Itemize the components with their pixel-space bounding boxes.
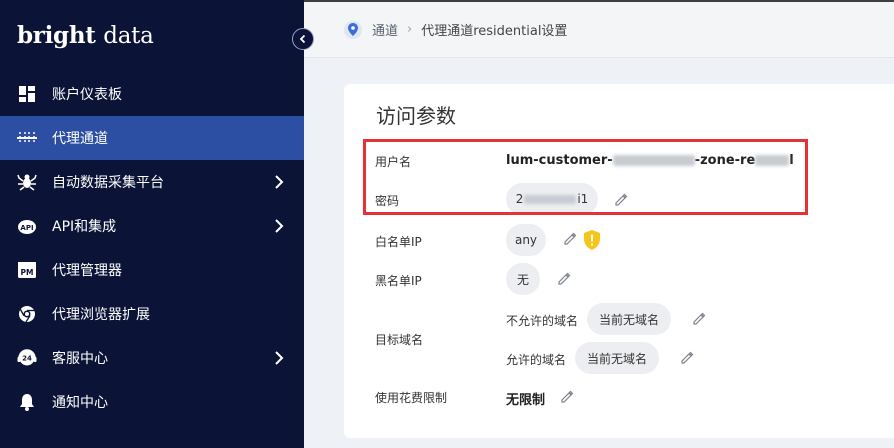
disallowed-domains-label: 不允许的域名 — [506, 314, 579, 328]
sidebar-item-browser-extension[interactable]: 代理浏览器扩展 — [0, 292, 304, 336]
sidebar-item-proxy-manager[interactable]: PM 代理管理器 — [0, 248, 304, 292]
bell-icon — [17, 392, 37, 412]
sidebar-item-label: 自动数据采集平台 — [52, 175, 164, 191]
sidebar-nav: 账户仪表板 代理通道 自动数据采集平台 API API和集成 PM 代理管理器 … — [0, 72, 304, 424]
location-pin-icon — [344, 20, 362, 39]
support-24-icon: 24 — [17, 348, 37, 368]
blacklist-ip-value: 无 — [506, 263, 540, 295]
chevron-right-icon — [275, 351, 284, 365]
edit-allowed-domains-icon[interactable] — [680, 351, 694, 365]
highlight-box — [363, 139, 808, 215]
brand-logo[interactable]: bright data — [17, 22, 154, 49]
sidebar-item-support[interactable]: 24 客服中心 — [0, 336, 304, 380]
sidebar-item-label: 通知中心 — [52, 395, 108, 411]
collapse-sidebar-button[interactable] — [292, 28, 314, 50]
sidebar-item-label: 客服中心 — [52, 351, 108, 367]
svg-text:API: API — [20, 224, 33, 232]
access-parameters-card: 访问参数 — [344, 84, 894, 438]
edit-whitelist-icon[interactable] — [563, 232, 577, 246]
allowed-domains-value: 当前无域名 — [575, 342, 659, 374]
sidebar-item-label: 代理管理器 — [52, 263, 122, 279]
sidebar-item-label: 账户仪表板 — [52, 87, 122, 103]
target-domain-label: 目标域名 — [375, 333, 424, 347]
edit-spend-limit-icon[interactable] — [560, 390, 574, 404]
warning-shield-icon[interactable] — [583, 230, 601, 250]
allowed-domains-label: 允许的域名 — [506, 353, 567, 367]
pm-icon: PM — [17, 260, 37, 280]
dashboard-icon — [17, 84, 37, 104]
sidebar-item-api[interactable]: API API和集成 — [0, 204, 304, 248]
disallowed-domains-value: 当前无域名 — [587, 303, 671, 335]
card-title: 访问参数 — [376, 104, 456, 128]
spider-icon — [17, 172, 37, 192]
sidebar-item-label: API和集成 — [52, 219, 117, 235]
sidebar-item-proxy[interactable]: 代理通道 — [0, 116, 304, 160]
svg-text:24: 24 — [22, 355, 32, 363]
spend-limit-label: 使用花费限制 — [375, 391, 448, 405]
breadcrumb: 通道 › 代理通道residential设置 — [304, 0, 894, 58]
chevron-right-icon — [275, 175, 284, 189]
sidebar: bright data 账户仪表板 代理通道 自动数据采集平台 API API和… — [0, 0, 304, 448]
chevron-left-icon — [299, 34, 306, 44]
chrome-icon — [17, 304, 37, 324]
sidebar-item-dashboard[interactable]: 账户仪表板 — [0, 72, 304, 116]
edit-disallowed-domains-icon[interactable] — [692, 312, 706, 326]
sidebar-item-label: 代理浏览器扩展 — [52, 307, 150, 323]
breadcrumb-root-link[interactable]: 通道 — [372, 20, 398, 39]
svg-text:PM: PM — [21, 268, 34, 277]
chevron-right-icon — [275, 219, 284, 233]
proxy-icon — [17, 128, 37, 148]
blacklist-ip-label: 黑名单IP — [375, 274, 422, 288]
sidebar-item-label: 代理通道 — [52, 131, 108, 147]
whitelist-ip-value: any — [506, 224, 546, 256]
sidebar-item-data-collector[interactable]: 自动数据采集平台 — [0, 160, 304, 204]
sidebar-item-notifications[interactable]: 通知中心 — [0, 380, 304, 424]
api-icon: API — [17, 216, 37, 236]
edit-blacklist-icon[interactable] — [557, 272, 571, 286]
spend-limit-value: 无限制 — [506, 393, 546, 408]
breadcrumb-separator-icon: › — [407, 22, 413, 37]
breadcrumb-current: 代理通道residential设置 — [421, 24, 568, 39]
whitelist-ip-label: 白名单IP — [375, 235, 422, 249]
